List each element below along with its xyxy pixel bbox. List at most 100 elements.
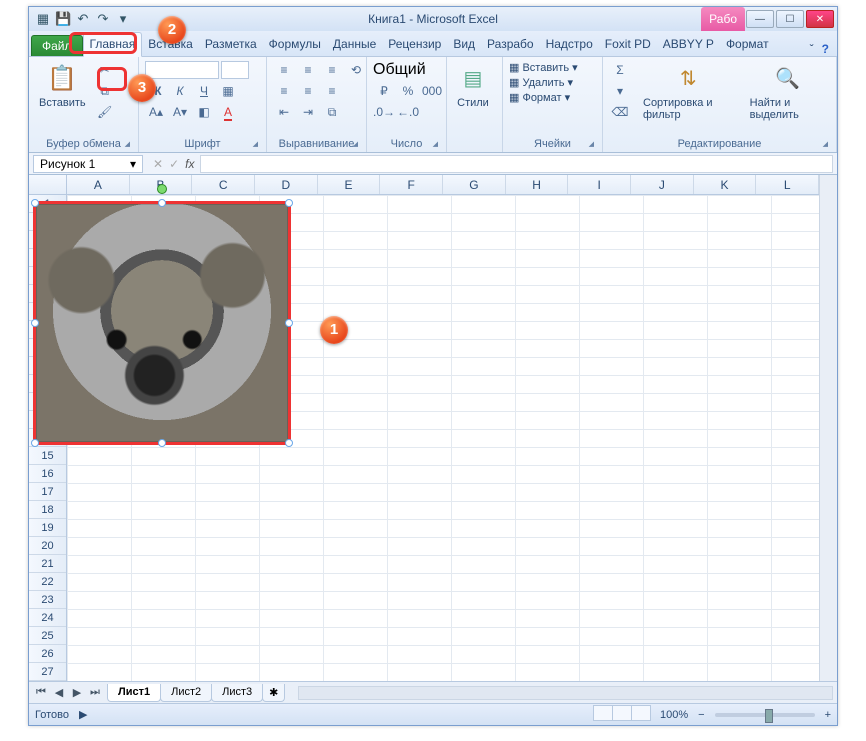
column-headers[interactable]: A B C D E F G H I J K L [67,175,819,195]
align-center-icon[interactable]: ≡ [297,82,319,100]
col-H[interactable]: H [506,175,569,194]
row-24[interactable]: 24 [29,609,66,627]
row-26[interactable]: 26 [29,645,66,663]
resize-handle-e[interactable] [285,319,293,327]
col-D[interactable]: D [255,175,318,194]
cells-format-button[interactable]: ▦ Формат ▾ [509,91,570,104]
increase-font-icon[interactable]: A▴ [145,103,167,121]
col-C[interactable]: C [192,175,255,194]
dec-decimal-icon[interactable]: ←.0 [397,103,419,121]
row-25[interactable]: 25 [29,627,66,645]
sort-filter-button[interactable]: ⇅ Сортировка и фильтр [639,61,738,123]
zoom-in-button[interactable]: + [825,709,831,721]
save-icon[interactable]: 💾 [55,11,71,27]
selected-image[interactable] [33,201,291,445]
row-20[interactable]: 20 [29,537,66,555]
paste-button[interactable]: 📋 Вставить [35,61,90,111]
tab-addins[interactable]: Надстро [540,33,599,56]
cut-icon[interactable]: ✂ [94,61,116,79]
tab-format[interactable]: Формат [720,33,775,56]
maximize-button[interactable]: ☐ [776,10,804,28]
inc-decimal-icon[interactable]: .0→ [373,103,395,121]
select-all-box[interactable] [29,175,67,195]
row-21[interactable]: 21 [29,555,66,573]
row-18[interactable]: 18 [29,501,66,519]
resize-handle-w[interactable] [31,319,39,327]
tab-home[interactable]: Главная [83,32,143,57]
tab-data[interactable]: Данные [327,33,382,56]
zoom-out-button[interactable]: − [698,709,704,721]
font-size-combo[interactable] [221,61,249,79]
border-button[interactable]: ▦ [217,82,239,100]
sheet-tab-3[interactable]: Лист3 [211,684,263,702]
col-E[interactable]: E [318,175,381,194]
resize-handle-nw[interactable] [31,199,39,207]
align-left-icon[interactable]: ≡ [273,82,295,100]
underline-button[interactable]: Ч [193,82,215,100]
sheet-tab-2[interactable]: Лист2 [160,684,212,702]
horizontal-scrollbar[interactable] [298,686,833,700]
find-select-button[interactable]: 🔍 Найти и выделить [746,61,830,123]
tab-foxit[interactable]: Foxit PD [599,33,657,56]
resize-handle-n[interactable] [158,199,166,207]
vertical-scrollbar[interactable] [819,175,837,681]
tab-page-layout[interactable]: Разметка [199,33,263,56]
clear-icon[interactable]: ⌫ [609,103,631,121]
undo-icon[interactable]: ↶ [75,11,91,27]
tab-first-icon[interactable]: ⏮ [33,686,49,699]
resize-handle-s[interactable] [158,439,166,447]
cells-insert-button[interactable]: ▦ Вставить ▾ [509,61,578,74]
currency-icon[interactable]: ₽ [373,82,395,100]
fill-icon[interactable]: ▾ [609,82,631,100]
zoom-value[interactable]: 100% [660,709,688,721]
ribbon-collapse-icon[interactable]: ˇ [810,42,814,56]
tab-last-icon[interactable]: ⏭ [87,686,103,699]
cells-delete-button[interactable]: ▦ Удалить ▾ [509,76,573,89]
resize-handle-ne[interactable] [285,199,293,207]
help-icon[interactable]: ? [822,42,829,56]
rotate-handle[interactable] [157,184,167,194]
sheet-tab-1[interactable]: Лист1 [107,684,161,702]
percent-icon[interactable]: % [397,82,419,100]
minimize-button[interactable]: — [746,10,774,28]
styles-button[interactable]: ▤ Стили [453,61,493,111]
align-mid-icon[interactable]: ≡ [297,61,319,79]
col-J[interactable]: J [631,175,694,194]
redo-icon[interactable]: ↷ [95,11,111,27]
orientation-icon[interactable]: ⟲ [345,61,367,79]
resize-handle-se[interactable] [285,439,293,447]
row-15[interactable]: 15 [29,447,66,465]
resize-handle-sw[interactable] [31,439,39,447]
picture-tools-context-tab[interactable]: Рабо [701,7,745,31]
fx-enter-icon[interactable]: ✓ [169,157,179,171]
font-color-icon[interactable]: A [217,103,239,121]
format-painter-icon[interactable]: 🖌 [94,103,116,121]
zoom-slider[interactable] [715,713,815,717]
decrease-font-icon[interactable]: A▾ [169,103,191,121]
row-19[interactable]: 19 [29,519,66,537]
indent-inc-icon[interactable]: ⇥ [297,103,319,121]
fx-cancel-icon[interactable]: ✕ [153,157,163,171]
close-button[interactable]: ✕ [806,10,834,28]
macro-record-icon[interactable]: ▶ [79,708,87,721]
row-23[interactable]: 23 [29,591,66,609]
indent-dec-icon[interactable]: ⇤ [273,103,295,121]
tab-prev-icon[interactable]: ◀ [51,686,67,699]
align-top-icon[interactable]: ≡ [273,61,295,79]
formula-input[interactable] [200,155,833,173]
align-bot-icon[interactable]: ≡ [321,61,343,79]
new-sheet-button[interactable]: ✱ [262,684,285,702]
fill-color-icon[interactable]: ◧ [193,103,215,121]
name-box[interactable]: Рисунок 1▾ [33,155,143,173]
col-A[interactable]: A [67,175,130,194]
italic-button[interactable]: К [169,82,191,100]
col-L[interactable]: L [756,175,819,194]
comma-icon[interactable]: 000 [421,82,443,100]
row-22[interactable]: 22 [29,573,66,591]
tab-next-icon[interactable]: ▶ [69,686,85,699]
fx-icon[interactable]: fx [185,157,194,171]
row-17[interactable]: 17 [29,483,66,501]
merge-icon[interactable]: ⧉ [321,103,343,121]
font-name-combo[interactable] [145,61,219,79]
col-F[interactable]: F [380,175,443,194]
